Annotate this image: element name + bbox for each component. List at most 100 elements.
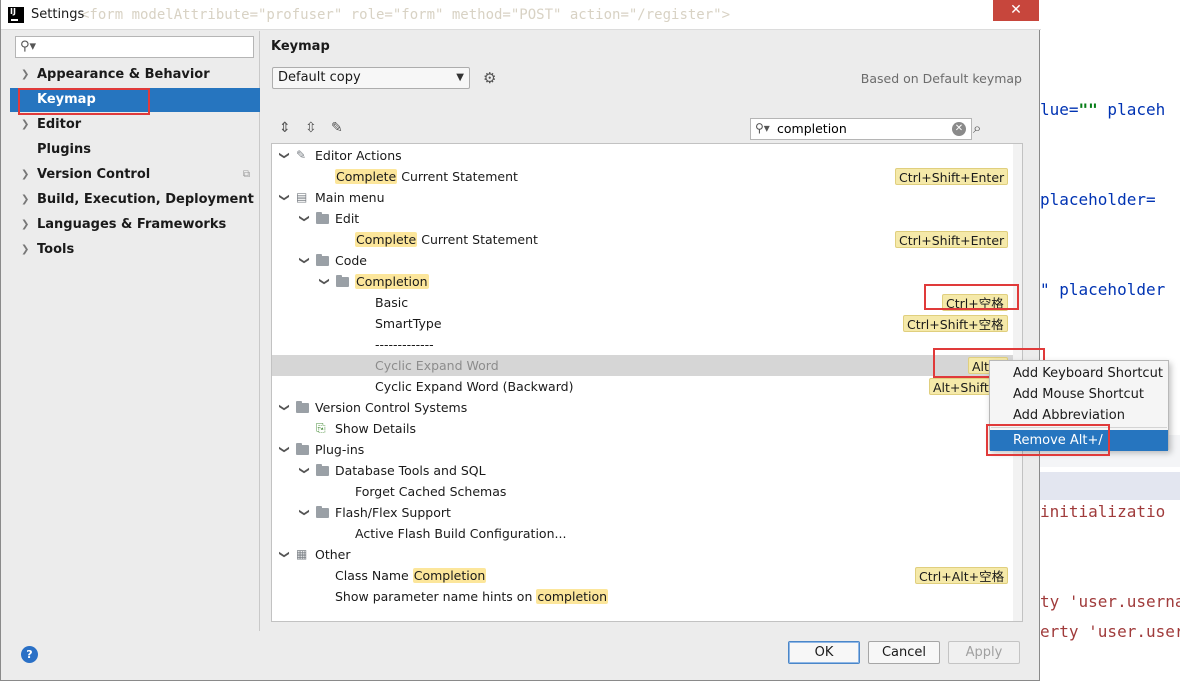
shortcut-badge: Ctrl+空格 bbox=[942, 294, 1008, 311]
tree-row[interactable]: Forget Cached Schemas bbox=[272, 481, 1022, 502]
action-label: Main menu bbox=[315, 187, 385, 208]
window-title: Settings bbox=[31, 7, 85, 22]
tree-row[interactable]: SmartType Ctrl+Shift+空格 bbox=[272, 313, 1022, 334]
sidebar-item-keymap[interactable]: Keymap bbox=[10, 88, 260, 112]
chevron-right-icon[interactable]: ❯ bbox=[21, 238, 29, 262]
chevron-right-icon[interactable]: ❯ bbox=[21, 63, 29, 87]
intellij-app-icon: IJ bbox=[8, 7, 24, 23]
tree-row[interactable]: Complete Current Statement Ctrl+Shift+Ent… bbox=[272, 229, 1022, 250]
tree-row[interactable]: ⎘ Show Details bbox=[272, 418, 1022, 439]
tree-row[interactable]: Class Name Completion Ctrl+Alt+空格 bbox=[272, 565, 1022, 586]
gear-icon[interactable]: ⚙ bbox=[483, 69, 496, 87]
tree-row[interactable]: Basic Ctrl+空格 bbox=[272, 292, 1022, 313]
menu-item-add-abbreviation[interactable]: Add Abbreviation bbox=[990, 405, 1168, 426]
edit-pencil-icon[interactable]: ✎ bbox=[331, 120, 343, 136]
chevron-down-icon[interactable]: ❯ bbox=[274, 192, 295, 204]
expand-all-icon[interactable]: ⇕ bbox=[279, 120, 291, 136]
action-label: Complete Current Statement bbox=[335, 166, 518, 187]
tree-row[interactable]: ❯ ✎ Editor Actions bbox=[272, 145, 1022, 166]
folder-icon bbox=[296, 401, 309, 413]
chevron-down-icon[interactable]: ❯ bbox=[274, 402, 295, 414]
keymap-filter-field[interactable]: ⚲▾ ✕ bbox=[750, 118, 972, 140]
tree-row[interactable]: ❯ Version Control Systems bbox=[272, 397, 1022, 418]
action-text: Show parameter name hints on bbox=[335, 589, 537, 604]
chevron-down-icon[interactable]: ❯ bbox=[274, 150, 295, 162]
sidebar-item-label: Languages & Frameworks bbox=[37, 217, 227, 232]
collapse-all-icon[interactable]: ⇳ bbox=[305, 120, 317, 136]
shortcut-badge: Ctrl+Shift+空格 bbox=[903, 315, 1008, 332]
chevron-down-icon[interactable]: ❯ bbox=[274, 549, 295, 561]
sidebar-item-languages-frameworks[interactable]: ❯ Languages & Frameworks bbox=[10, 213, 260, 237]
tree-row[interactable]: ❯ Plug-ins bbox=[272, 439, 1022, 460]
tree-row[interactable]: ❯ ▤ Main menu bbox=[272, 187, 1022, 208]
chevron-right-icon[interactable]: ❯ bbox=[21, 188, 29, 212]
keymap-scheme-select[interactable]: Default copy ▼ bbox=[272, 67, 470, 89]
chevron-right-icon[interactable]: ❯ bbox=[21, 163, 29, 187]
cancel-button[interactable]: Cancel bbox=[868, 641, 940, 664]
tree-row[interactable]: ❯ Edit bbox=[272, 208, 1022, 229]
tree-row[interactable]: Show parameter name hints on completion bbox=[272, 586, 1022, 607]
action-text: Flash/Flex Support bbox=[335, 505, 451, 520]
sidebar-item-editor[interactable]: ❯ Editor bbox=[10, 113, 260, 137]
tree-row[interactable]: ❯ Database Tools and SQL bbox=[272, 460, 1022, 481]
sidebar-item-appearance-behavior[interactable]: ❯ Appearance & Behavior bbox=[10, 63, 260, 87]
help-button[interactable]: ? bbox=[21, 646, 38, 663]
keymap-scheme-value: Default copy bbox=[278, 70, 361, 85]
tree-row[interactable]: Active Flash Build Configuration... bbox=[272, 523, 1022, 544]
action-text: Version Control Systems bbox=[315, 400, 468, 415]
tree-row[interactable]: ❯ Code bbox=[272, 250, 1022, 271]
menu-item-remove-alt[interactable]: Remove Alt+/ bbox=[990, 430, 1168, 451]
search-match-highlight: completion bbox=[536, 589, 609, 604]
action-text: Main menu bbox=[315, 190, 385, 205]
tree-row[interactable]: Cyclic Expand Word (Backward) Alt+Shift+/ bbox=[272, 376, 1022, 397]
action-text: Cyclic Expand Word bbox=[375, 358, 499, 373]
action-label: Show Details bbox=[335, 418, 416, 439]
sidebar-item-build-execution-deployment[interactable]: ❯ Build, Execution, Deployment bbox=[10, 188, 260, 212]
tree-row[interactable]: ❯ Flash/Flex Support bbox=[272, 502, 1022, 523]
apply-button[interactable]: Apply bbox=[948, 641, 1020, 664]
page-title: Keymap bbox=[271, 39, 330, 54]
keymap-filter-input[interactable] bbox=[777, 121, 937, 136]
tree-row[interactable]: ❯ Completion bbox=[272, 271, 1022, 292]
menu-item-add-mouse-shortcut[interactable]: Add Mouse Shortcut bbox=[990, 384, 1168, 405]
close-button[interactable]: ✕ bbox=[993, 0, 1039, 21]
find-by-shortcut-icon[interactable]: ⌕ bbox=[973, 119, 981, 137]
folder-icon bbox=[316, 212, 329, 224]
folder-icon bbox=[296, 443, 309, 455]
tree-row[interactable]: ------------- bbox=[272, 334, 1022, 355]
chevron-down-icon[interactable]: ❯ bbox=[294, 465, 315, 477]
chevron-down-icon[interactable]: ❯ bbox=[294, 507, 315, 519]
search-match-highlight: Complete bbox=[335, 169, 398, 184]
clear-icon[interactable]: ✕ bbox=[952, 122, 966, 136]
chevron-down-icon[interactable]: ❯ bbox=[314, 276, 335, 288]
sidebar-item-label: Editor bbox=[37, 117, 82, 132]
settings-sidebar: ⚲▾ ❯ Appearance & Behavior Keymap ❯ Editor Pl… bbox=[10, 31, 260, 631]
chevron-down-icon[interactable]: ❯ bbox=[274, 444, 295, 456]
sidebar-item-tools[interactable]: ❯ Tools bbox=[10, 238, 260, 262]
chevron-down-icon[interactable]: ❯ bbox=[294, 213, 315, 225]
action-text: Other bbox=[315, 547, 351, 562]
sidebar-item-version-control[interactable]: ❯ Version Control ⧉ bbox=[10, 163, 260, 187]
tree-row[interactable]: Complete Current Statement Ctrl+Shift+Ent… bbox=[272, 166, 1022, 187]
show-details-icon: ⎘ bbox=[316, 421, 326, 435]
chevron-down-icon[interactable]: ❯ bbox=[294, 255, 315, 267]
chevron-right-icon[interactable]: ❯ bbox=[21, 213, 29, 237]
action-text: Forget Cached Schemas bbox=[355, 484, 507, 499]
tree-row[interactable]: ❯ ▦ Other bbox=[272, 544, 1022, 565]
keymap-panel: Keymap Default copy ▼ ⚙ Based on Default… bbox=[261, 31, 1040, 631]
ok-button[interactable]: OK bbox=[788, 641, 860, 664]
title-bar[interactable]: <form modelAttribute="profuser" role="fo… bbox=[1, 0, 1041, 30]
editor-line: initializatio bbox=[1040, 502, 1166, 521]
sidebar-item-plugins[interactable]: Plugins bbox=[10, 138, 260, 162]
menu-item-add-keyboard-shortcut[interactable]: Add Keyboard Shortcut bbox=[990, 363, 1168, 384]
action-label: Editor Actions bbox=[315, 145, 402, 166]
keymap-actions-tree[interactable]: ❯ ✎ Editor Actions Complete Current Stateme… bbox=[271, 143, 1023, 622]
editor-actions-icon: ✎ bbox=[296, 148, 307, 162]
tree-row[interactable]: Cyclic Expand Word Alt+/ bbox=[272, 355, 1022, 376]
action-text: Code bbox=[335, 253, 368, 268]
chevron-right-icon[interactable]: ❯ bbox=[21, 113, 29, 137]
settings-search-input[interactable]: ⚲▾ bbox=[15, 36, 254, 58]
action-label: Complete Current Statement bbox=[355, 229, 538, 250]
action-label: Database Tools and SQL bbox=[335, 460, 486, 481]
sidebar-item-label: Tools bbox=[37, 242, 75, 257]
